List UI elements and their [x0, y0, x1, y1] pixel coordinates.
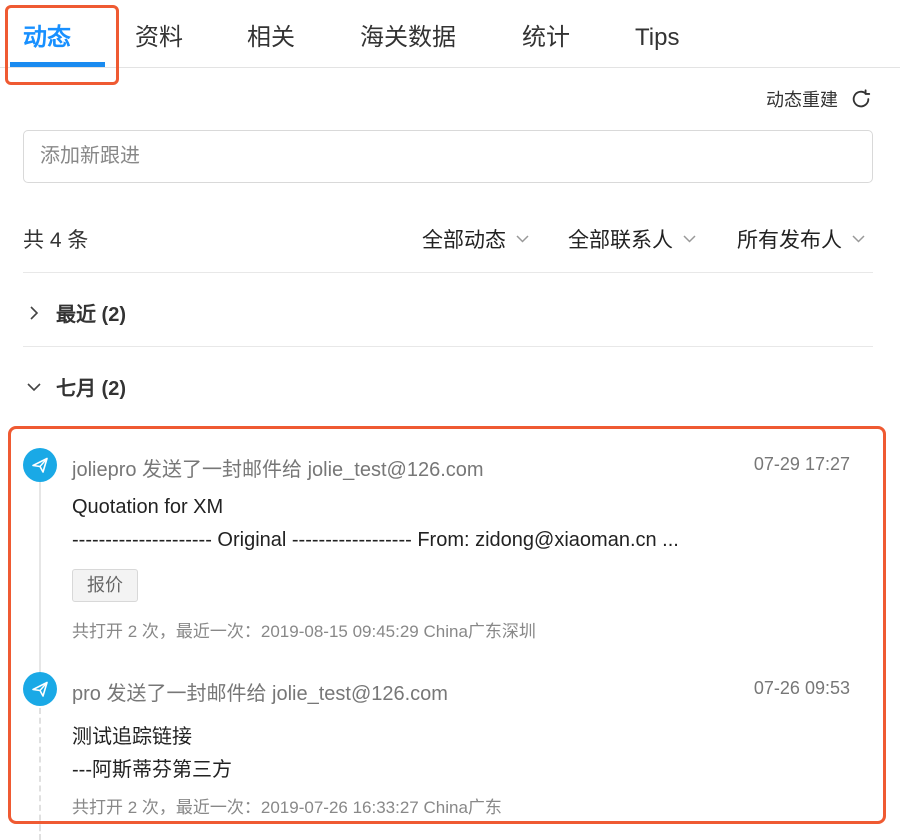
- rebuild-label: 动态重建: [766, 90, 838, 110]
- tab-highlight-frame: [5, 5, 119, 85]
- group-label: 七月 (2): [56, 378, 126, 400]
- email-subject[interactable]: 测试追踪链接: [72, 720, 852, 749]
- email-activity-avatar: [23, 448, 57, 482]
- tab-statistics[interactable]: 统计: [522, 20, 570, 56]
- chevron-right-icon: [30, 305, 39, 320]
- paper-plane-icon: [32, 681, 48, 697]
- activity-header: pro 发送了一封邮件给 jolie_test@126.com: [72, 683, 448, 705]
- tab-customs-data[interactable]: 海关数据: [360, 20, 456, 56]
- new-follow-up-input[interactable]: [23, 130, 873, 183]
- divider: [23, 272, 873, 273]
- open-tracking-info: 共打开 2 次，最近一次：2019-08-15 09:45:29 China广东…: [72, 622, 536, 641]
- email-activity-avatar: [23, 672, 57, 706]
- timeline-line: [39, 826, 41, 840]
- open-tracking-info: 共打开 2 次，最近一次：2019-07-26 16:33:27 China广东: [72, 798, 502, 817]
- divider: [23, 346, 873, 347]
- chevron-down-icon: [516, 235, 529, 243]
- email-snippet: --------------------- Original ---------…: [72, 529, 679, 551]
- total-count: 共 4 条: [23, 229, 89, 252]
- chevron-down-icon: [683, 235, 696, 243]
- tab-related[interactable]: 相关: [247, 20, 295, 56]
- filter-all-activities[interactable]: 全部动态: [422, 224, 529, 254]
- email-snippet: ---阿斯蒂芬第三方: [72, 759, 232, 781]
- activity-time: 07-26 09:53: [753, 678, 850, 698]
- tab-bar: 动态 资料 相关 海关数据 统计 Tips: [0, 0, 900, 68]
- group-recent-toggle[interactable]: 最近 (2): [26, 298, 126, 327]
- group-label: 最近 (2): [56, 304, 126, 326]
- chevron-down-icon: [852, 235, 865, 243]
- activity-time: 07-29 17:27: [753, 454, 850, 474]
- filter-label: 所有发布人: [737, 229, 842, 252]
- activity-header: joliepro 发送了一封邮件给 jolie_test@126.com: [72, 459, 484, 481]
- refresh-icon: [852, 89, 871, 108]
- filter-label: 全部联系人: [568, 229, 673, 252]
- tab-tips[interactable]: Tips: [635, 20, 679, 56]
- filter-label: 全部动态: [422, 229, 506, 252]
- paper-plane-icon: [32, 457, 48, 473]
- email-tag[interactable]: 报价: [72, 569, 138, 602]
- email-subject[interactable]: Quotation for XM: [72, 496, 852, 519]
- tab-profile[interactable]: 资料: [135, 20, 183, 56]
- chevron-down-icon: [27, 382, 41, 391]
- rebuild-feed-button[interactable]: 动态重建: [766, 86, 872, 112]
- filter-all-publishers[interactable]: 所有发布人: [737, 224, 865, 254]
- filter-all-contacts[interactable]: 全部联系人: [568, 224, 696, 254]
- group-july-toggle[interactable]: 七月 (2): [26, 372, 126, 401]
